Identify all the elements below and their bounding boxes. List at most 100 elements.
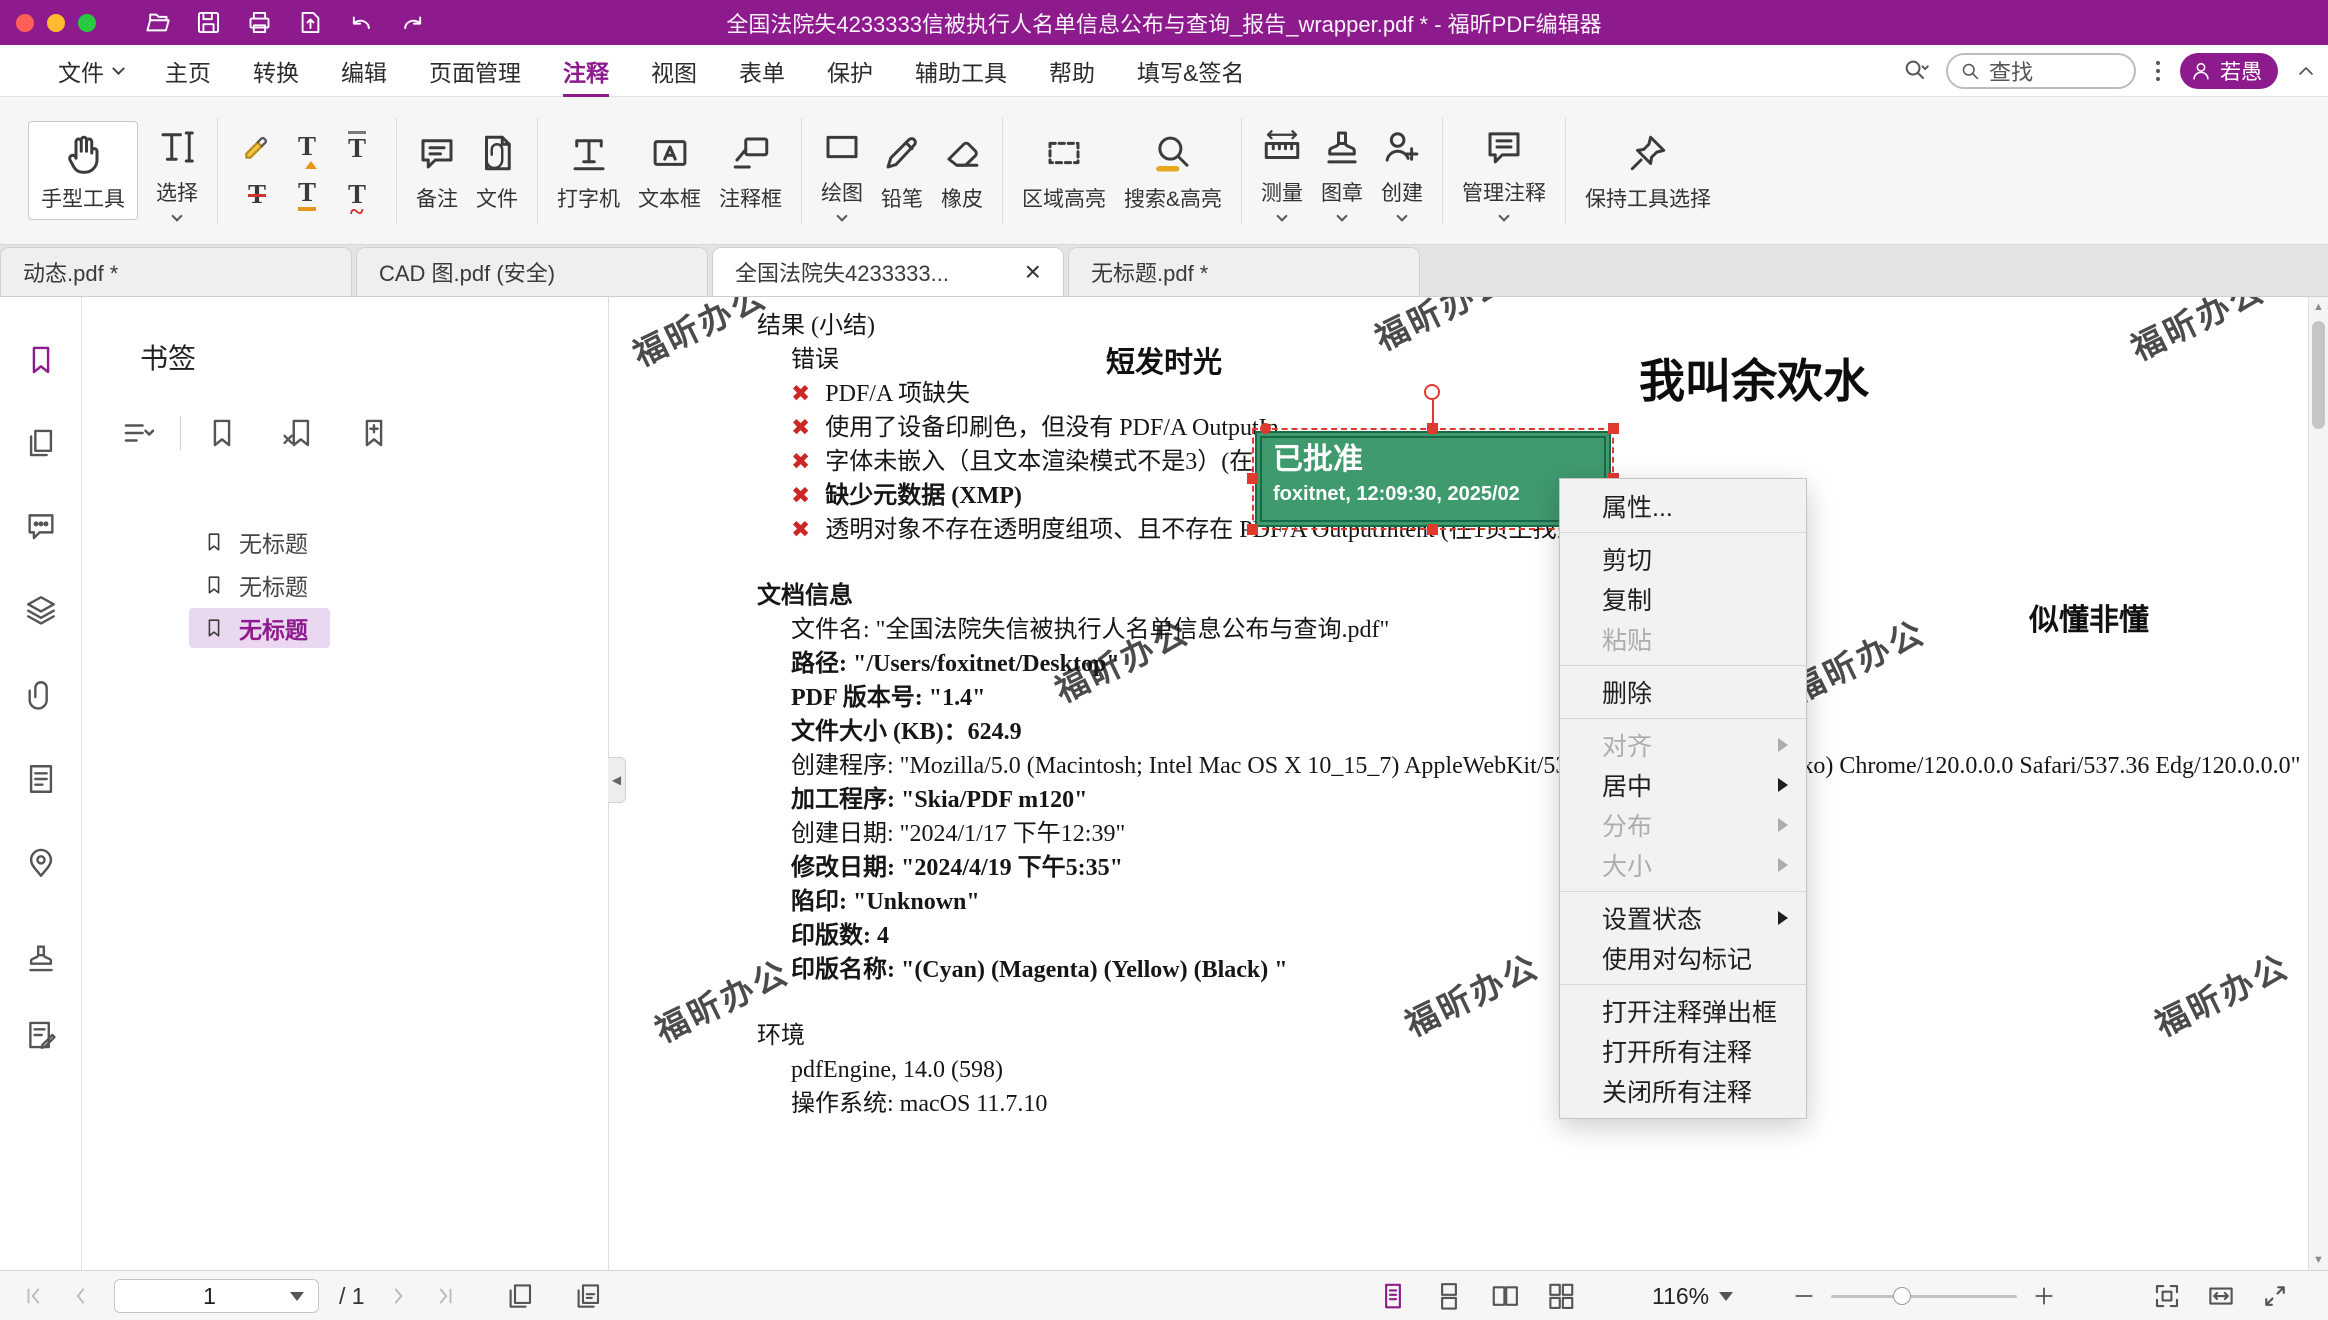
squiggly-text-button[interactable]: T	[334, 172, 380, 218]
zoom-in-icon[interactable]	[2031, 1283, 2057, 1309]
expand-bookmark-icon[interactable]	[357, 416, 391, 450]
pencil-button[interactable]: 铅笔	[881, 128, 923, 213]
create-stamp-button[interactable]: 创建	[1381, 122, 1423, 220]
search-input[interactable]: 查找	[1946, 53, 2136, 89]
note-comment-button[interactable]: 备注	[416, 128, 458, 213]
menu-item[interactable]: 转换	[253, 45, 299, 97]
bookmark-item[interactable]: 无标题	[189, 608, 330, 648]
sidebar-stamps-button[interactable]	[24, 941, 58, 975]
more-options-icon[interactable]	[2152, 61, 2164, 81]
approved-stamp[interactable]: 已批准 foxitnet, 12:09:30, 2025/02	[1255, 431, 1611, 527]
menu-item[interactable]: 注释	[563, 45, 609, 97]
undo-icon[interactable]	[348, 9, 375, 36]
context-menu-item[interactable]: 剪切	[1560, 539, 1806, 579]
zoom-window-button[interactable]	[78, 14, 96, 32]
first-page-icon[interactable]	[22, 1283, 48, 1309]
close-window-button[interactable]	[16, 14, 34, 32]
menu-item[interactable]: 编辑	[341, 45, 387, 97]
context-menu-item[interactable]: 设置状态	[1560, 898, 1806, 938]
sidebar-bookmarks-button[interactable]	[24, 343, 58, 377]
page-copy-icon[interactable]	[505, 1281, 535, 1311]
save-icon[interactable]	[195, 9, 222, 36]
resize-handle[interactable]	[1427, 524, 1438, 535]
menu-item[interactable]: 帮助	[1049, 45, 1095, 97]
bookmark-item[interactable]: 无标题	[189, 565, 330, 605]
resize-handle[interactable]	[1247, 524, 1258, 535]
fullscreen-icon[interactable]	[2260, 1281, 2290, 1311]
previous-page-icon[interactable]	[68, 1283, 94, 1309]
context-menu-item[interactable]: 关闭所有注释	[1560, 1071, 1806, 1111]
menu-item[interactable]: 页面管理	[429, 45, 521, 97]
page-dropdown-icon[interactable]	[290, 1292, 304, 1301]
drawing-button[interactable]: 绘图	[821, 122, 863, 220]
measure-button[interactable]: 测量	[1261, 122, 1303, 220]
sidebar-attachments-button[interactable]	[24, 678, 58, 712]
context-menu-item[interactable]: 删除	[1560, 672, 1806, 712]
textbox-button[interactable]: 文本框	[638, 128, 701, 213]
zoom-slider-knob[interactable]	[1893, 1287, 1911, 1305]
highlight-text-button[interactable]	[234, 124, 280, 170]
minimize-window-button[interactable]	[47, 14, 65, 32]
document-tab[interactable]: CAD 图.pdf (安全)	[356, 247, 708, 296]
zoom-out-icon[interactable]	[1791, 1283, 1817, 1309]
search-highlight-button[interactable]: 搜索&高亮	[1124, 128, 1222, 213]
collapse-ribbon-icon[interactable]	[2294, 59, 2318, 83]
sidebar-summary-button[interactable]	[24, 762, 58, 796]
menu-item[interactable]: 表单	[739, 45, 785, 97]
area-highlight-button[interactable]: 区域高亮	[1022, 128, 1106, 213]
next-page-icon[interactable]	[385, 1283, 411, 1309]
hand-tool-button[interactable]: 手型工具	[28, 121, 138, 220]
new-bookmark-icon[interactable]	[205, 416, 239, 450]
sidebar-pages-button[interactable]	[24, 426, 58, 460]
vertical-scrollbar[interactable]	[2308, 297, 2328, 1270]
sidebar-destinations-button[interactable]	[24, 846, 58, 880]
page-number-input[interactable]: 1	[114, 1279, 319, 1313]
keep-tool-selected-button[interactable]: 保持工具选择	[1585, 128, 1711, 213]
sidebar-layers-button[interactable]	[24, 593, 58, 627]
document-tab[interactable]: 全国法院失4233333...	[712, 247, 1064, 296]
context-menu-item[interactable]: 复制	[1560, 579, 1806, 619]
context-menu-item[interactable]: 居中	[1560, 765, 1806, 805]
zoom-level-button[interactable]: 116%	[1652, 1283, 1733, 1310]
replace-text-button[interactable]: T	[334, 124, 380, 170]
bookmark-item[interactable]: 无标题	[189, 522, 330, 562]
sidebar-comments-button[interactable]	[24, 509, 58, 543]
bookmark-options-icon[interactable]	[120, 415, 156, 451]
menu-item[interactable]: 主页	[165, 45, 211, 97]
menu-item[interactable]: 辅助工具	[915, 45, 1007, 97]
attach-file-button[interactable]: 文件	[476, 128, 518, 213]
strikeout-text-button[interactable]: T	[234, 172, 280, 218]
continuous-facing-view-icon[interactable]	[1546, 1281, 1576, 1311]
last-page-icon[interactable]	[431, 1283, 457, 1309]
scrollbar-thumb[interactable]	[2312, 321, 2325, 429]
underline-text-button[interactable]: T	[284, 172, 330, 218]
scroll-down-icon[interactable]	[2309, 1254, 2328, 1266]
context-menu-item[interactable]: 使用对勾标记	[1560, 938, 1806, 978]
insert-text-button[interactable]: T	[284, 124, 330, 170]
sidebar-forms-button[interactable]	[24, 1018, 58, 1052]
fit-page-icon[interactable]	[2152, 1281, 2182, 1311]
select-tool-button[interactable]: 选择	[156, 122, 198, 220]
pdf-page[interactable]: 福昕办公 福昕办公 福昕办公 福昕办公 福昕办公 福昕办公 福昕办公 福昕办公 …	[609, 297, 2308, 1270]
open-file-icon[interactable]	[144, 9, 171, 36]
menu-item[interactable]: 填写&签名	[1137, 45, 1244, 97]
document-tab[interactable]: 无标题.pdf *	[1068, 247, 1420, 296]
resize-handle[interactable]	[1608, 423, 1619, 434]
continuous-view-icon[interactable]	[1434, 1281, 1464, 1311]
delete-bookmark-icon[interactable]	[281, 416, 315, 450]
callout-button[interactable]: 注释框	[719, 128, 782, 213]
document-tab[interactable]: 动态.pdf *	[0, 247, 352, 296]
fit-width-icon[interactable]	[2206, 1281, 2236, 1311]
user-account-button[interactable]: 若愚	[2180, 53, 2278, 89]
close-tab-icon[interactable]	[1013, 258, 1041, 286]
eraser-button[interactable]: 橡皮	[941, 128, 983, 213]
typewriter-button[interactable]: 打字机	[557, 128, 620, 213]
search-options-icon[interactable]	[1902, 57, 1930, 85]
zoom-slider[interactable]	[1831, 1295, 2017, 1298]
scroll-up-icon[interactable]	[2309, 301, 2328, 313]
resize-handle[interactable]	[1247, 473, 1258, 484]
export-icon[interactable]	[297, 9, 324, 36]
menu-item[interactable]: 文件	[58, 45, 123, 97]
page-stack-icon[interactable]	[573, 1281, 603, 1311]
print-icon[interactable]	[246, 9, 273, 36]
